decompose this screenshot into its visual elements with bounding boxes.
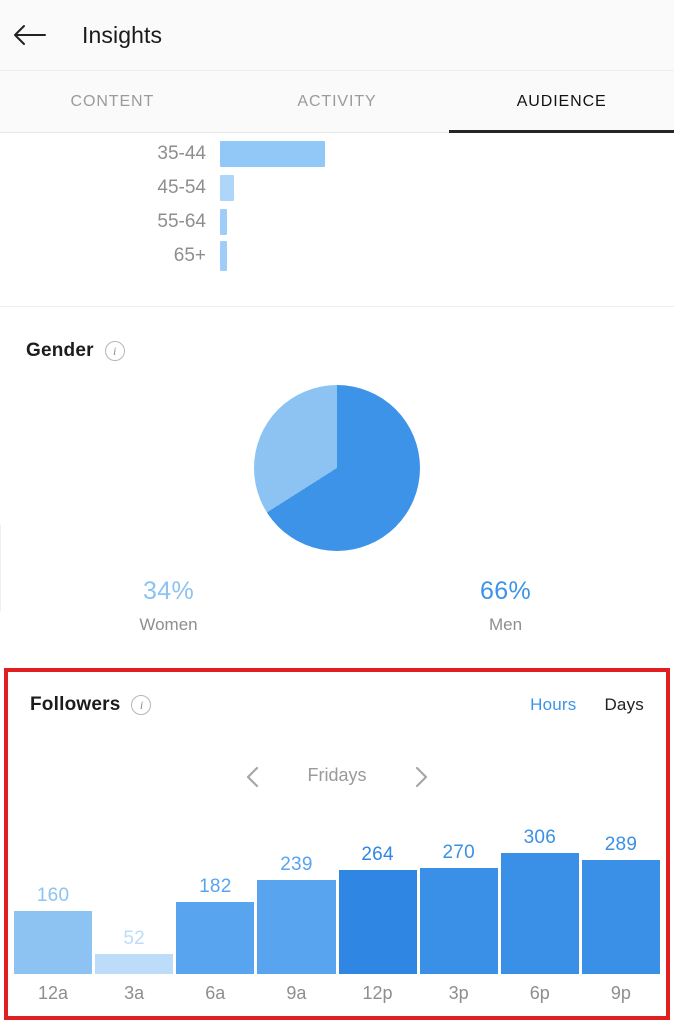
men-label: Men — [488, 615, 523, 634]
men-percent: 66% — [480, 577, 531, 605]
bar-rect — [95, 954, 174, 974]
gender-title: Gender — [26, 340, 94, 361]
bar-rect — [257, 880, 336, 974]
bar-value-label: 289 — [604, 834, 638, 855]
info-icon[interactable]: i — [131, 695, 152, 715]
x-axis-tick: 9a — [286, 982, 307, 1003]
page-title: Insights — [82, 21, 163, 48]
followers-card: Followers i Hours Days Fridays 160 52 182 2… — [4, 668, 670, 1020]
bar-column[interactable]: 306 — [500, 827, 579, 974]
x-axis: 12a 3a 6a 9a 12p 3p 6p 9p — [14, 976, 660, 1010]
x-axis-tick: 6p — [529, 982, 550, 1003]
toggle-days[interactable]: Days — [604, 695, 644, 715]
bar-column[interactable]: 160 — [14, 840, 93, 974]
day-label: Fridays — [307, 764, 367, 785]
info-icon[interactable]: i — [104, 341, 125, 361]
tab-audience[interactable]: AUDIENCE — [449, 71, 674, 133]
followers-title: Followers — [30, 694, 121, 715]
age-row: 35-44 — [0, 137, 674, 171]
back-button[interactable] — [0, 0, 58, 71]
bar-value-label: 160 — [36, 885, 70, 906]
tab-content[interactable]: CONTENT — [0, 71, 225, 132]
x-axis-tick: 3p — [448, 982, 469, 1003]
arrow-left-icon — [12, 24, 46, 46]
bar-value-label: 270 — [442, 842, 475, 863]
app-header: Insights — [0, 0, 674, 71]
women-label: Women — [139, 615, 198, 634]
bar-value-label: 52 — [123, 928, 145, 949]
bar-rect — [338, 870, 417, 974]
followers-hours-chart: 160 52 182 239 264 270 306 289 12a 3a 6a 9a 12p 3p 6p… — [8, 827, 666, 1016]
bar-column[interactable]: 239 — [257, 840, 336, 974]
bar-column[interactable]: 52 — [95, 840, 174, 974]
bar-value-label: 239 — [280, 854, 313, 875]
age-range-card: 35-44 45-54 55-64 65+ — [0, 133, 674, 306]
gender-card: Gender i 34% Women 66% Men — [0, 307, 674, 647]
followers-header: Followers i Hours Days — [8, 672, 666, 738]
bar-value-label: 306 — [523, 827, 556, 848]
gender-header: Gender i — [0, 333, 674, 369]
day-navigator: Fridays — [8, 752, 666, 798]
tab-activity[interactable]: ACTIVITY — [225, 71, 450, 132]
chevron-right-icon[interactable] — [412, 766, 430, 788]
age-row: 45-54 — [0, 171, 674, 205]
x-axis-tick: 12p — [362, 982, 393, 1003]
age-label: 45-54 — [157, 177, 206, 198]
age-bar — [220, 241, 227, 271]
gender-legend: 34% Women 66% Men — [0, 577, 674, 635]
x-axis-tick: 12a — [38, 982, 69, 1003]
bar-rect — [14, 911, 93, 974]
tab-bar: CONTENT ACTIVITY AUDIENCE — [0, 71, 674, 133]
bar-rect — [500, 853, 579, 974]
bar-column[interactable]: 289 — [581, 834, 660, 974]
legend-women: 34% Women — [0, 577, 337, 635]
gender-pie-chart — [254, 385, 420, 551]
bar-rect — [419, 868, 498, 974]
toggle-hours[interactable]: Hours — [530, 695, 576, 715]
age-row: 55-64 — [0, 205, 674, 239]
bar-rect — [581, 860, 660, 974]
age-label: 55-64 — [157, 211, 206, 232]
age-label: 35-44 — [157, 143, 206, 164]
x-axis-tick: 6a — [205, 982, 226, 1003]
bar-group: 160 52 182 239 264 270 306 289 — [14, 827, 660, 974]
x-axis-tick: 9p — [610, 982, 631, 1003]
age-bar — [220, 209, 227, 235]
bar-rect — [176, 902, 255, 974]
insights-screen: Insights CONTENT ACTIVITY AUDIENCE 35-44… — [0, 0, 674, 1024]
age-bar — [220, 141, 325, 167]
x-axis-tick: 3a — [124, 982, 145, 1003]
bar-value-label: 264 — [361, 844, 394, 865]
card-edge-hairline — [0, 525, 1, 611]
age-bar — [220, 175, 234, 201]
legend-men: 66% Men — [337, 577, 674, 635]
women-percent: 34% — [143, 577, 194, 605]
bar-column[interactable]: 264 — [338, 840, 417, 974]
gender-pie-wrap — [0, 385, 674, 551]
age-label: 65+ — [173, 245, 206, 266]
bar-value-label: 182 — [199, 876, 232, 897]
age-row: 65+ — [0, 239, 674, 273]
chevron-left-icon[interactable] — [244, 766, 262, 788]
bar-column[interactable]: 182 — [176, 840, 255, 974]
bar-column[interactable]: 270 — [419, 840, 498, 974]
